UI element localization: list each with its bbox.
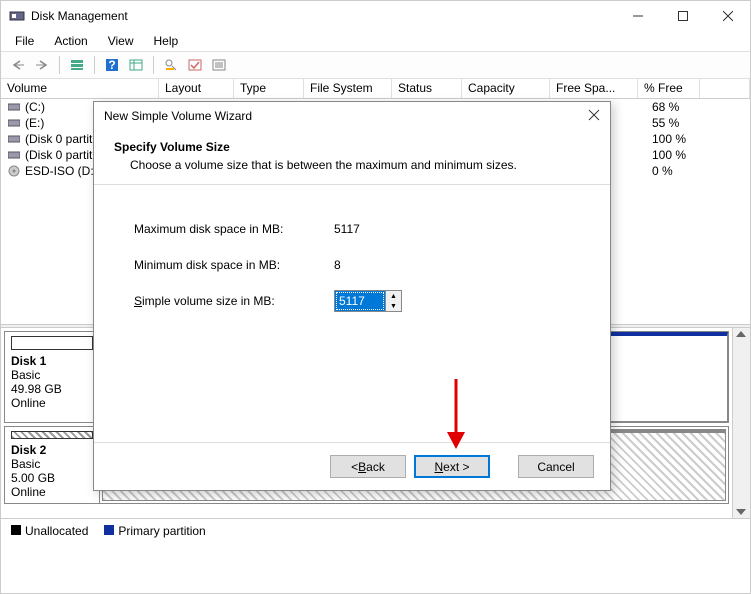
dialog-header: Specify Volume Size Choose a volume size… <box>94 130 610 185</box>
properties-button[interactable] <box>208 54 230 76</box>
col-freespace[interactable]: Free Spa... <box>550 79 638 98</box>
next-button[interactable]: Next > <box>414 455 490 478</box>
col-volume[interactable]: Volume <box>1 79 159 98</box>
back-button[interactable]: < Back <box>330 455 406 478</box>
drive-icon <box>7 101 21 113</box>
spin-up-button[interactable]: ▲ <box>386 291 401 301</box>
disk-size: 49.98 GB <box>11 382 93 396</box>
col-status[interactable]: Status <box>392 79 462 98</box>
col-capacity[interactable]: Capacity <box>462 79 550 98</box>
menubar: File Action View Help <box>1 31 750 51</box>
close-button[interactable] <box>705 1 750 31</box>
col-pctfree[interactable]: % Free <box>638 79 700 98</box>
legend: Unallocated Primary partition <box>1 518 750 542</box>
svg-text:?: ? <box>108 58 115 72</box>
menu-action[interactable]: Action <box>46 32 95 50</box>
dialog-heading: Specify Volume Size <box>114 140 590 154</box>
legend-unallocated: Unallocated <box>11 524 88 538</box>
volume-name: (Disk 0 partiti <box>25 132 95 146</box>
dialog-title: New Simple Volume Wizard <box>104 109 588 123</box>
disk-size: 5.00 GB <box>11 471 93 485</box>
volume-name: (E:) <box>25 116 44 130</box>
disk-name: Disk 1 <box>11 354 93 368</box>
col-layout[interactable]: Layout <box>159 79 234 98</box>
volume-list-header: Volume Layout Type File System Status Ca… <box>1 79 750 99</box>
cancel-button[interactable]: Cancel <box>518 455 594 478</box>
disk-bar-icon <box>11 431 93 439</box>
disk-bar-icon <box>11 336 93 350</box>
volume-name: (C:) <box>25 100 45 114</box>
disk-info[interactable]: Disk 2 Basic 5.00 GB Online <box>5 427 100 503</box>
col-type[interactable]: Type <box>234 79 304 98</box>
nav-forward-button[interactable] <box>31 54 53 76</box>
volume-pctfree: 55 % <box>646 116 708 130</box>
disk-info[interactable]: Disk 1 Basic 49.98 GB Online <box>5 332 100 422</box>
drive-icon <box>7 149 21 161</box>
find-button[interactable] <box>160 54 182 76</box>
toolbar: ? <box>1 51 750 79</box>
nav-back-button[interactable] <box>7 54 29 76</box>
view-list-button[interactable] <box>66 54 88 76</box>
disk-name: Disk 2 <box>11 443 93 457</box>
disk-status: Online <box>11 485 93 499</box>
volume-pctfree: 0 % <box>646 164 708 178</box>
view-details-button[interactable] <box>125 54 147 76</box>
app-icon <box>9 8 25 24</box>
check-button[interactable] <box>184 54 206 76</box>
col-filesystem[interactable]: File System <box>304 79 392 98</box>
titlebar: Disk Management <box>1 1 750 31</box>
volume-size-spinner[interactable]: ▲ ▼ <box>334 290 402 312</box>
partition-box[interactable] <box>610 332 728 422</box>
volume-pctfree: 100 % <box>646 132 708 146</box>
swatch-icon <box>104 525 114 535</box>
menu-view[interactable]: View <box>100 32 142 50</box>
dialog-titlebar: New Simple Volume Wizard <box>94 102 610 130</box>
swatch-icon <box>11 525 21 535</box>
dialog-close-button[interactable] <box>588 109 600 124</box>
disk-management-window: Disk Management File Action View Help ? … <box>0 0 751 594</box>
dialog-subheading: Choose a volume size that is between the… <box>114 158 590 172</box>
drive-icon <box>7 117 21 129</box>
disk-type: Basic <box>11 368 93 382</box>
vertical-scrollbar[interactable] <box>732 328 750 518</box>
max-space-label: Maximum disk space in MB: <box>134 222 334 236</box>
spin-down-button[interactable]: ▼ <box>386 301 401 311</box>
volume-pctfree: 68 % <box>646 100 708 114</box>
menu-file[interactable]: File <box>7 32 42 50</box>
new-simple-volume-wizard-dialog: New Simple Volume Wizard Specify Volume … <box>93 101 611 491</box>
volume-name: (Disk 0 partiti <box>25 148 95 162</box>
disc-icon <box>7 165 21 177</box>
drive-icon <box>7 133 21 145</box>
min-space-value: 8 <box>334 258 341 272</box>
disk-status: Online <box>11 396 93 410</box>
min-space-label: Minimum disk space in MB: <box>134 258 334 272</box>
volume-size-label: Simple volume size in MB: <box>134 294 334 308</box>
maximize-button[interactable] <box>660 1 705 31</box>
minimize-button[interactable] <box>615 1 660 31</box>
disk-type: Basic <box>11 457 93 471</box>
volume-size-input[interactable] <box>335 291 385 311</box>
dialog-body: Maximum disk space in MB: 5117 Minimum d… <box>94 185 610 442</box>
menu-help[interactable]: Help <box>146 32 187 50</box>
dialog-button-row: < Back Next > Cancel <box>94 442 610 490</box>
help-button[interactable]: ? <box>101 54 123 76</box>
legend-primary: Primary partition <box>104 524 205 538</box>
max-space-value: 5117 <box>334 222 360 236</box>
volume-pctfree: 100 % <box>646 148 708 162</box>
volume-name: ESD-ISO (D:) <box>25 164 98 178</box>
